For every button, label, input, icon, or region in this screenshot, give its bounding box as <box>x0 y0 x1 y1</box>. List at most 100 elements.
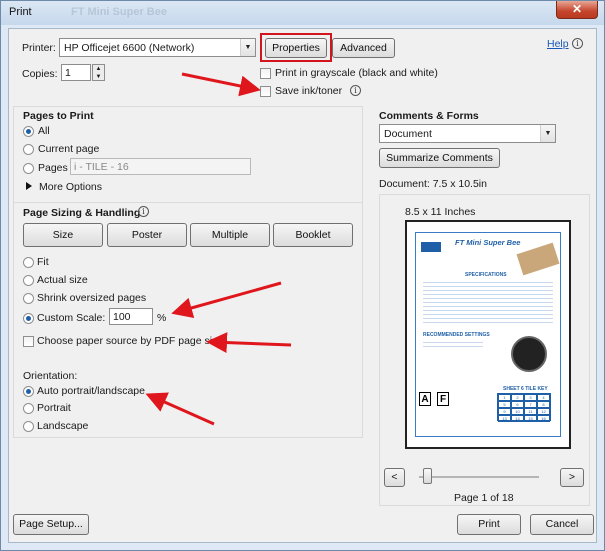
more-options-link[interactable]: More Options <box>39 181 102 193</box>
tile-cell: 8 <box>537 401 550 408</box>
portrait-radio[interactable] <box>23 403 34 414</box>
expand-arrow-icon[interactable] <box>26 182 32 190</box>
document-size-text: Document: 7.5 x 10.5in <box>379 178 487 190</box>
tile-cell: 12 <box>537 408 550 415</box>
printer-select-value: HP Officejet 6600 (Network) <box>64 42 195 54</box>
save-ink-label: Save ink/toner <box>275 85 343 97</box>
summarize-comments-button[interactable]: Summarize Comments <box>379 148 500 168</box>
comments-forms-title: Comments & Forms <box>379 110 479 122</box>
current-page-label: Current page <box>38 143 100 155</box>
specs-title: SPECIFICATIONS <box>465 272 507 278</box>
tile-cell: 9 <box>498 408 511 415</box>
grade-f-icon: F <box>437 392 449 406</box>
page-sizing-title: Page Sizing & Handling <box>23 207 141 219</box>
tile-cell: 16 <box>537 415 550 422</box>
chevron-down-icon: ▼ <box>240 39 255 56</box>
info-icon[interactable]: i <box>572 38 583 49</box>
specs-table <box>423 279 553 326</box>
tile-cell: 15 <box>524 415 537 422</box>
portrait-label: Portrait <box>37 402 71 414</box>
tab-poster[interactable]: Poster <box>107 223 187 247</box>
print-dialog: Print FT Mini Super Bee ✕ Printer: HP Of… <box>0 0 605 551</box>
tile-cell: 6 <box>511 401 524 408</box>
tile-cell: 10 <box>511 408 524 415</box>
tile-cell: 2 <box>511 394 524 401</box>
tile-cell: 5 <box>498 401 511 408</box>
actual-size-label: Actual size <box>37 274 88 286</box>
pages-range-input[interactable]: i - TILE - 16 <box>70 158 251 175</box>
custom-scale-input[interactable]: 100 <box>109 308 153 325</box>
grayscale-checkbox[interactable] <box>260 68 271 79</box>
shrink-label: Shrink oversized pages <box>37 292 147 304</box>
tab-size[interactable]: Size <box>23 223 103 247</box>
cancel-button[interactable]: Cancel <box>530 514 594 535</box>
chevron-down-icon: ▼ <box>540 125 555 142</box>
paper-source-label: Choose paper source by PDF page size <box>37 335 224 347</box>
dialog-body: Printer: HP Officejet 6600 (Network) ▼ P… <box>8 28 597 543</box>
printer-label: Printer: <box>22 42 56 54</box>
grade-a-icon: A <box>419 392 431 406</box>
save-ink-checkbox[interactable] <box>260 86 271 97</box>
auto-orientation-radio[interactable] <box>23 386 34 397</box>
custom-scale-value: 100 <box>113 311 131 323</box>
tile-key-grid: 1 2 3 4 5 6 7 8 9 10 11 12 13 14 15 16 <box>497 393 551 422</box>
landscape-radio[interactable] <box>23 421 34 432</box>
advanced-button[interactable]: Advanced <box>332 38 395 58</box>
close-button[interactable]: ✕ <box>556 1 598 19</box>
copies-stepper[interactable]: ▲ ▼ <box>92 64 105 81</box>
tab-multiple[interactable]: Multiple <box>190 223 270 247</box>
previous-page-button[interactable]: < <box>384 468 405 487</box>
recommended-table <box>423 339 483 349</box>
save-ink-info-icon[interactable]: i <box>350 85 361 96</box>
all-pages-label: All <box>38 125 50 137</box>
sizing-info-icon[interactable]: i <box>138 206 149 217</box>
landscape-label: Landscape <box>37 420 89 432</box>
tile-cell: 14 <box>511 415 524 422</box>
copies-label: Copies: <box>22 68 58 80</box>
background-window-title: FT Mini Super Bee <box>71 6 167 18</box>
pages-range-radio[interactable] <box>23 163 34 174</box>
comments-select-value: Document <box>384 128 432 140</box>
auto-orientation-label: Auto portrait/landscape <box>37 385 145 397</box>
window-title: Print <box>9 6 32 18</box>
pages-range-value: i - TILE - 16 <box>74 161 129 173</box>
page-setup-button[interactable]: Page Setup... <box>13 514 89 535</box>
tab-booklet[interactable]: Booklet <box>273 223 353 247</box>
shrink-radio[interactable] <box>23 293 34 304</box>
tile-cell: 1 <box>498 394 511 401</box>
pages-to-print-title: Pages to Print <box>23 110 94 122</box>
tile-cell: 7 <box>524 401 537 408</box>
copies-input[interactable]: 1 <box>61 64 91 81</box>
custom-scale-label: Custom Scale: <box>37 312 106 324</box>
help-link[interactable]: Help <box>547 38 569 50</box>
all-pages-radio[interactable] <box>23 126 34 137</box>
tile-cell: 13 <box>498 415 511 422</box>
tile-cell: 11 <box>524 408 537 415</box>
paper-size-text: 8.5 x 11 Inches <box>405 206 476 218</box>
page-preview: FT Mini Super Bee SPECIFICATIONS RECOMME… <box>405 220 571 449</box>
paper-source-checkbox[interactable] <box>23 336 34 347</box>
pages-range-label: Pages <box>38 162 68 174</box>
fit-radio[interactable] <box>23 257 34 268</box>
copies-value: 1 <box>65 67 71 79</box>
seal-logo <box>511 336 547 372</box>
fit-label: Fit <box>37 256 49 268</box>
grayscale-label: Print in grayscale (black and white) <box>275 67 438 79</box>
properties-highlight-box <box>260 33 332 62</box>
next-page-button[interactable]: > <box>560 468 584 487</box>
printer-select[interactable]: HP Officejet 6600 (Network) ▼ <box>59 38 256 57</box>
page-slider-track[interactable] <box>419 476 539 478</box>
custom-scale-radio[interactable] <box>23 313 34 324</box>
actual-size-radio[interactable] <box>23 275 34 286</box>
tile-cell: 3 <box>524 394 537 401</box>
flite-test-logo <box>421 242 441 252</box>
sheet-key-title: SHEET 6 TILE KEY <box>503 386 548 392</box>
percent-sign: % <box>157 312 167 324</box>
print-button[interactable]: Print <box>457 514 521 535</box>
title-bar: Print FT Mini Super Bee ✕ <box>1 1 604 25</box>
page-status-text: Page 1 of 18 <box>454 492 514 504</box>
recommended-title: RECOMMENDED SETTINGS <box>423 332 490 338</box>
page-slider-thumb[interactable] <box>423 468 432 484</box>
current-page-radio[interactable] <box>23 144 34 155</box>
comments-select[interactable]: Document ▼ <box>379 124 556 143</box>
